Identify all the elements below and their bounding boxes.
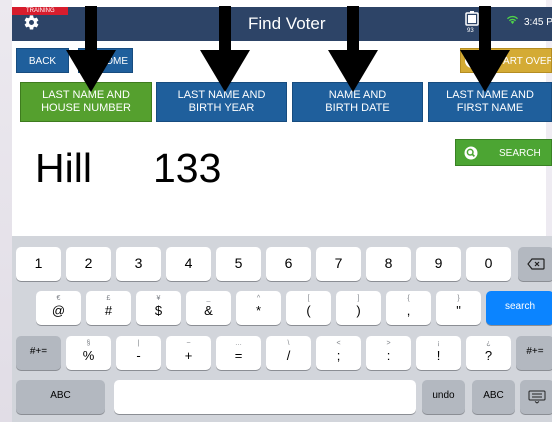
key-exclamation[interactable]: ¡! xyxy=(416,336,461,370)
search-key[interactable]: search xyxy=(486,291,552,325)
key-equals[interactable]: … = xyxy=(216,336,261,370)
key-quote[interactable]: } " xyxy=(436,291,481,325)
last-name-input[interactable]: Hill xyxy=(35,145,92,191)
key-question[interactable]: ¿? xyxy=(466,336,511,370)
page-title: Find Voter xyxy=(248,14,326,33)
backspace-key[interactable] xyxy=(518,247,552,281)
training-badge: TRAINING xyxy=(12,7,68,15)
dismiss-keyboard-key[interactable] xyxy=(520,380,552,414)
abc-key-right[interactable]: ABC xyxy=(472,380,515,414)
key-5[interactable]: 5 xyxy=(216,247,261,281)
key-8[interactable]: 8 xyxy=(366,247,411,281)
down-arrow-icon xyxy=(460,6,510,92)
key-left-paren[interactable]: [( xyxy=(286,291,331,325)
key-semicolon[interactable]: <; xyxy=(316,336,361,370)
key-right-paren[interactable]: ]) xyxy=(336,291,381,325)
space-key[interactable] xyxy=(114,380,416,414)
abc-key[interactable]: ABC xyxy=(16,380,105,414)
key-slash[interactable]: \ / xyxy=(266,336,311,370)
undo-key[interactable]: undo xyxy=(422,380,465,414)
key-1[interactable]: 1 xyxy=(16,247,61,281)
keyboard-icon xyxy=(528,390,546,404)
down-arrow-icon xyxy=(328,6,378,92)
key-hash[interactable]: £ # xyxy=(86,291,131,325)
down-arrow-icon xyxy=(66,6,116,92)
backspace-icon xyxy=(527,258,545,270)
key-9[interactable]: 9 xyxy=(416,247,461,281)
magnifier-icon xyxy=(464,146,478,160)
gear-icon[interactable] xyxy=(23,14,40,31)
symbols-shift-key[interactable]: #+= xyxy=(16,336,61,370)
search-label: SEARCH xyxy=(499,148,541,159)
key-6[interactable]: 6 xyxy=(266,247,311,281)
search-button[interactable]: SEARCH xyxy=(455,139,552,166)
key-3[interactable]: 3 xyxy=(116,247,161,281)
key-plus[interactable]: ~ + xyxy=(166,336,211,370)
key-4[interactable]: 4 xyxy=(166,247,211,281)
key-comma[interactable]: {, xyxy=(386,291,431,325)
symbols-shift-key-right[interactable]: #+= xyxy=(516,336,552,370)
key-0[interactable]: 0 xyxy=(466,247,511,281)
key-ampersand[interactable]: _ & xyxy=(186,291,231,325)
house-number-input[interactable]: 133 xyxy=(153,145,221,191)
key-at[interactable]: € @ xyxy=(36,291,81,325)
left-border xyxy=(0,0,12,422)
key-2[interactable]: 2 xyxy=(66,247,111,281)
key-asterisk[interactable]: ^ * xyxy=(236,291,281,325)
down-arrow-icon xyxy=(200,6,250,92)
key-7[interactable]: 7 xyxy=(316,247,361,281)
key-colon[interactable]: >: xyxy=(366,336,411,370)
key-minus[interactable]: | - xyxy=(116,336,161,370)
key-percent[interactable]: §% xyxy=(66,336,111,370)
clock: 3:45 PM xyxy=(524,17,552,28)
key-dollar[interactable]: ¥ $ xyxy=(136,291,181,325)
